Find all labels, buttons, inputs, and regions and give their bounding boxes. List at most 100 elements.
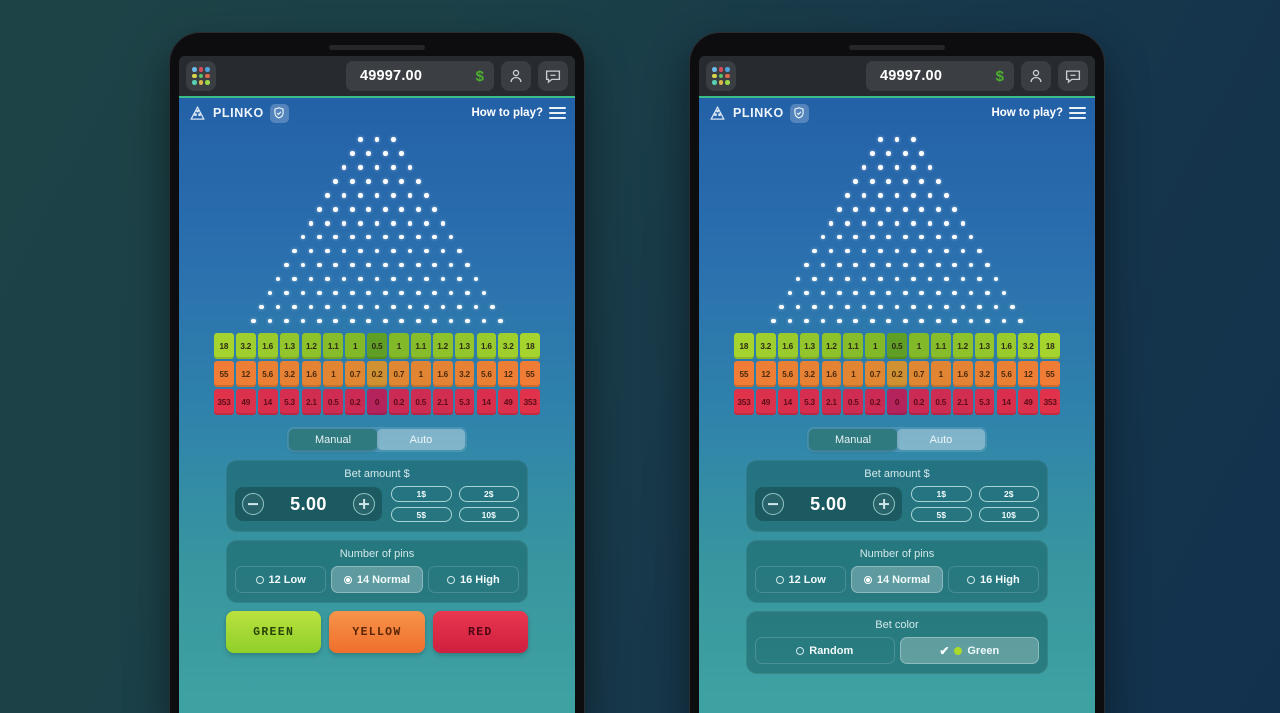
multiplier-cell: 55 <box>734 361 754 388</box>
bet-amount-value[interactable]: 5.00 <box>810 494 847 515</box>
pin <box>251 318 256 324</box>
pin <box>374 248 380 254</box>
hamburger-menu-icon[interactable] <box>549 107 566 119</box>
pin <box>927 192 933 198</box>
phone-screen-right: 49997.00 $ PLINKO How to play? 18 3.2 1.… <box>699 56 1095 713</box>
bet-color-option-random[interactable]: Random <box>755 637 895 664</box>
bet-yellow-button[interactable]: YELLOW <box>329 611 425 654</box>
pins-option-14-normal[interactable]: 14 Normal <box>331 566 423 594</box>
pins-option-14-normal[interactable]: 14 Normal <box>851 566 943 594</box>
how-to-play-link[interactable]: How to play? <box>991 107 1063 119</box>
pin <box>927 248 933 254</box>
pin <box>473 276 479 282</box>
multiplier-cell: 1 <box>389 333 409 360</box>
hamburger-menu-icon[interactable] <box>1069 107 1086 119</box>
pin <box>415 290 421 296</box>
games-grid-icon[interactable] <box>186 61 216 91</box>
pins-option-12-low[interactable]: 12 Low <box>235 566 326 593</box>
pin <box>382 262 388 268</box>
multiplier-cell: 5.3 <box>974 389 995 416</box>
grid-dot <box>725 73 730 79</box>
pin <box>853 318 859 324</box>
quick-bet-chip[interactable]: 2$ <box>458 486 519 502</box>
pin <box>407 164 413 170</box>
bet-color-option-label: Green <box>967 644 1000 657</box>
pin <box>407 248 413 254</box>
shield-check-icon[interactable] <box>269 103 289 123</box>
pin <box>382 318 388 324</box>
phone-right: 49997.00 $ PLINKO How to play? 18 3.2 1.… <box>690 33 1104 713</box>
decrease-bet-button[interactable] <box>242 493 264 516</box>
pin <box>787 290 793 296</box>
multiplier-cell: 0.7 <box>909 361 929 388</box>
pins-option-12-low[interactable]: 12 Low <box>755 566 846 593</box>
bet-mode-tabs: Manual Auto <box>807 427 987 453</box>
quick-bet-chip[interactable]: 2$ <box>978 486 1039 502</box>
pin <box>878 164 883 170</box>
profile-icon[interactable] <box>501 61 531 91</box>
pin <box>366 318 372 324</box>
tab-auto[interactable]: Auto <box>377 429 465 451</box>
bet-color-option-green[interactable]: ✔ Green <box>899 637 1039 665</box>
phone-left: 49997.00 $ PLINKO How to play? 18 3.2 1.… <box>170 33 584 713</box>
pin <box>894 220 900 226</box>
pin <box>267 318 273 324</box>
multiplier-cell: 0.7 <box>865 361 886 388</box>
pin <box>894 164 900 170</box>
balance-amount: 49997.00 <box>880 68 943 84</box>
quick-bet-chip[interactable]: 1$ <box>911 486 972 502</box>
pin <box>308 248 314 254</box>
bet-green-button[interactable]: GREEN <box>226 611 322 654</box>
balance-display[interactable]: 49997.00 $ <box>346 61 494 91</box>
decrease-bet-button[interactable] <box>762 493 784 516</box>
pin <box>349 206 355 212</box>
quick-bet-chip[interactable]: 1$ <box>391 486 452 502</box>
pin <box>902 290 908 296</box>
pin <box>820 290 826 296</box>
pin <box>349 262 355 268</box>
pin <box>399 234 405 240</box>
tab-manual[interactable]: Manual <box>289 429 377 451</box>
games-grid-icon[interactable] <box>706 61 736 91</box>
how-to-play-link[interactable]: How to play? <box>471 107 543 119</box>
profile-icon[interactable] <box>1021 61 1051 91</box>
bet-red-button[interactable]: RED <box>432 611 528 654</box>
increase-bet-button[interactable] <box>352 493 375 516</box>
pin <box>300 262 306 268</box>
quick-bet-chip[interactable]: 5$ <box>911 506 972 523</box>
pins-option-16-high[interactable]: 16 High <box>428 566 519 593</box>
pins-option-16-high[interactable]: 16 High <box>948 566 1039 593</box>
pin <box>935 206 941 212</box>
shield-check-icon[interactable] <box>789 103 809 123</box>
pin <box>853 262 859 268</box>
pins-option-label: 16 High <box>459 573 500 586</box>
balance-display[interactable]: 49997.00 $ <box>866 61 1014 91</box>
chat-icon[interactable] <box>538 61 568 91</box>
pin <box>960 304 966 310</box>
pin <box>853 234 859 240</box>
quick-bet-chip[interactable]: 5$ <box>391 506 452 523</box>
pin-row <box>349 150 405 156</box>
grid-dot <box>718 80 724 85</box>
bet-amount-label: Bet amount $ <box>864 468 930 481</box>
pin <box>935 178 941 184</box>
pin <box>465 318 470 324</box>
multiplier-cell: 3.2 <box>974 361 995 388</box>
pin <box>869 206 875 212</box>
number-of-pins-panel: Number of pins 12 Low 14 Normal 16 High <box>746 540 1048 604</box>
pin <box>391 304 396 310</box>
quick-bet-chip[interactable]: 10$ <box>458 506 519 523</box>
bet-mode-tabs: Manual Auto <box>287 427 467 453</box>
pin <box>935 262 941 268</box>
tab-manual[interactable]: Manual <box>809 429 897 451</box>
tab-auto[interactable]: Auto <box>897 429 985 451</box>
pin <box>415 206 421 212</box>
quick-bet-chip[interactable]: 10$ <box>978 506 1039 523</box>
increase-bet-button[interactable] <box>872 493 895 516</box>
pin <box>952 290 957 296</box>
multiplier-cell: 1.6 <box>301 361 322 388</box>
chat-icon[interactable] <box>1058 61 1088 91</box>
bet-amount-value[interactable]: 5.00 <box>290 494 327 515</box>
multiplier-cell: 3.2 <box>454 361 475 388</box>
multiplier-cell: 3.2 <box>279 361 300 388</box>
